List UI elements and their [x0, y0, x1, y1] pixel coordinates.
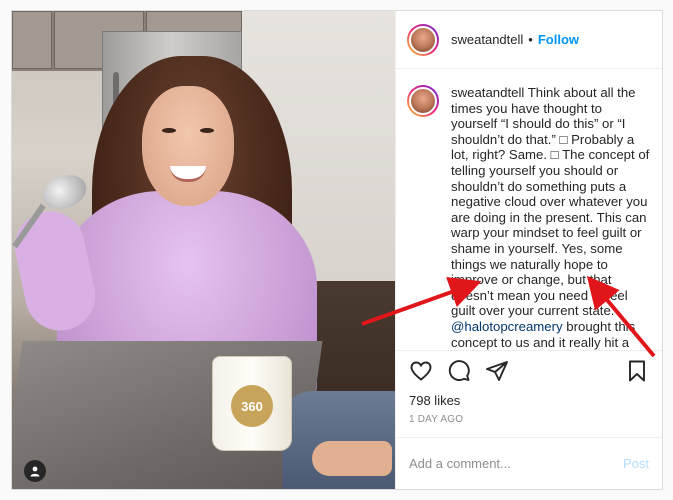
comment-input[interactable]: [409, 456, 623, 471]
instagram-post: 360 sweatandtell • Follow sweatandtell T…: [11, 10, 663, 490]
photo-eye: [162, 128, 176, 133]
caption-area: sweatandtell Think about all the times y…: [396, 69, 662, 350]
header-username[interactable]: sweatandtell: [451, 32, 523, 47]
photo-smile: [170, 166, 206, 182]
avatar[interactable]: [407, 23, 439, 56]
comment-bar: Post: [396, 437, 662, 489]
user-tag-button[interactable]: [24, 460, 46, 482]
caption-body-start: Think about all the times you have thoug…: [451, 85, 650, 319]
avatar-image: [409, 25, 437, 54]
cabinet-door: [12, 11, 52, 69]
post-comment-button[interactable]: Post: [623, 456, 649, 471]
avatar-image: [409, 87, 437, 115]
post-sidebar: sweatandtell • Follow sweatandtell Think…: [395, 11, 662, 489]
post-actions: [396, 350, 662, 390]
heart-icon[interactable]: [409, 359, 433, 383]
post-header: sweatandtell • Follow: [396, 11, 662, 69]
pint-label: 360: [231, 385, 273, 427]
caption-text: sweatandtell Think about all the times y…: [451, 85, 650, 350]
share-icon[interactable]: [485, 359, 509, 383]
comment-icon[interactable]: [447, 359, 471, 383]
header-separator: •: [528, 32, 533, 47]
follow-button[interactable]: Follow: [538, 32, 579, 47]
post-date[interactable]: 1 DAY AGO: [396, 408, 662, 437]
post-photo[interactable]: 360: [12, 11, 395, 489]
caption-avatar[interactable]: [407, 85, 439, 117]
photo-eye: [200, 128, 214, 133]
photo-spoon: [37, 169, 92, 215]
mention-link[interactable]: @halotopcreamery: [451, 319, 563, 334]
photo-foot: [312, 441, 392, 476]
photo-ice-cream-pint: 360: [212, 356, 292, 451]
bookmark-icon[interactable]: [625, 359, 649, 383]
user-tag-icon: [30, 466, 40, 477]
like-count[interactable]: 798 likes: [396, 390, 662, 408]
caption-username[interactable]: sweatandtell: [451, 85, 524, 100]
photo-face: [142, 86, 234, 206]
